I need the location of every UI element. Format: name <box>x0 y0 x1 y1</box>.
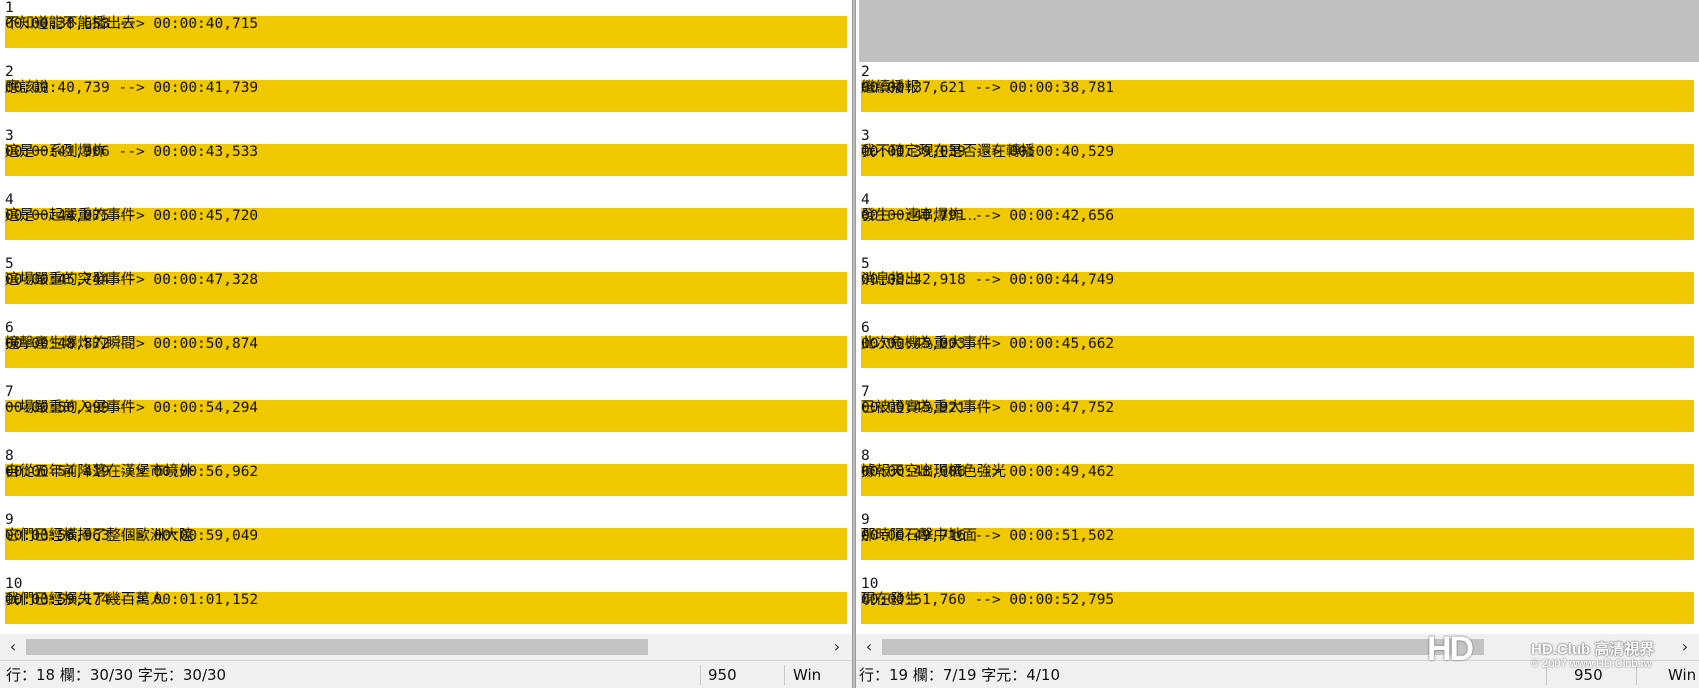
chevron-right-icon[interactable]: › <box>826 636 848 658</box>
entry-index[interactable]: 10 <box>5 576 22 592</box>
entry-index[interactable]: 6 <box>5 320 14 336</box>
entry-text[interactable]: 一場嚴重的入侵事件 <box>5 400 136 416</box>
entry-index[interactable]: 8 <box>5 448 14 464</box>
right-scroll-thumb[interactable] <box>882 639 1484 655</box>
entry-text[interactable]: 它們已經橫掃了整個歐洲大陸 <box>5 528 194 544</box>
entry-text[interactable]: 此次危機為重大事件 <box>861 336 992 352</box>
entry-text[interactable]: 不知道能不能播出去 <box>5 16 136 32</box>
entry-index[interactable]: 7 <box>861 384 870 400</box>
entry-text[interactable]: 撞擊產生爆炸的瞬間 <box>5 336 136 352</box>
right-text-area[interactable]: 2 00:00:37,621 --> 00:00:38,781 繼續播報 3 00:00… <box>856 0 1699 634</box>
right-cursor-position: 行：19 欄：7/19 字元：4/10 <box>859 666 1060 684</box>
entry-index[interactable]: 9 <box>5 512 14 528</box>
entry-text[interactable]: 那時隕石擊中地面 <box>861 528 977 544</box>
status-divider <box>784 665 785 685</box>
left-subtitle-pane: 1 00:00:38,653 --> 00:00:40,715 不知道能不能播出去 2… <box>0 0 852 688</box>
entry-text[interactable]: 消息指出 <box>861 272 919 288</box>
left-horizontal-scrollbar[interactable]: ‹ › <box>0 634 852 660</box>
entry-index[interactable]: 3 <box>5 128 14 144</box>
left-scroll-thumb[interactable] <box>26 639 648 655</box>
missing-entry-block <box>859 0 1699 62</box>
entry-index[interactable]: 10 <box>861 576 878 592</box>
chevron-left-icon[interactable]: ‹ <box>858 636 880 658</box>
left-status-bar: 行：18 欄：30/30 字元：30/30 950 Win <box>0 660 852 688</box>
left-cursor-position: 行：18 欄：30/30 字元：30/30 <box>6 666 227 684</box>
entry-text[interactable]: 繼續播報 <box>861 80 919 96</box>
left-codepage: 950 <box>708 666 737 684</box>
chevron-left-icon[interactable]: ‹ <box>2 636 24 658</box>
hdclub-logo: HD <box>1427 630 1474 668</box>
watermark-name: HD.Club 高清視界 <box>1531 641 1655 658</box>
entry-text[interactable]: 我不確定現在是否還在轉播 <box>861 144 1035 160</box>
entry-text[interactable]: 發生一連串爆炸… <box>861 208 977 224</box>
entry-text[interactable]: 已被證實為重大事件 <box>861 400 992 416</box>
entry-index[interactable]: 1 <box>5 0 14 16</box>
left-text-area[interactable]: 1 00:00:38,653 --> 00:00:40,715 不知道能不能播出去 2… <box>0 0 852 634</box>
watermark-copyright: © 2007 www.HD.Club.tw <box>1531 658 1652 670</box>
entry-index[interactable]: 6 <box>861 320 870 336</box>
status-divider <box>700 665 701 685</box>
entry-index[interactable]: 7 <box>5 384 14 400</box>
entry-index[interactable]: 2 <box>5 64 14 80</box>
subtitle-compare-window: 1 00:00:38,653 --> 00:00:40,715 不知道能不能播出去 2… <box>0 0 1699 688</box>
entry-index[interactable]: 4 <box>5 192 14 208</box>
entry-text[interactable]: 這場嚴重的突發事件 <box>5 272 136 288</box>
entry-index[interactable]: 4 <box>861 192 870 208</box>
entry-index[interactable]: 3 <box>861 128 870 144</box>
entry-index[interactable]: 5 <box>5 256 14 272</box>
entry-text[interactable]: 現在發生 <box>861 592 919 608</box>
hdclub-watermark: HD HD.Club 高清視界 © 2007 www.HD.Club.tw <box>1419 626 1699 688</box>
entry-text[interactable]: 自從五年前降落在漢堡市境外 <box>5 464 194 480</box>
entry-text[interactable]: 應該說 <box>5 80 49 96</box>
entry-text[interactable]: 我們已經損失了幾百萬人 <box>5 592 165 608</box>
entry-text[interactable]: 這是一系列爆炸 <box>5 144 107 160</box>
entry-index[interactable]: 5 <box>861 256 870 272</box>
entry-text[interactable]: 這是一起嚴重的事件 <box>5 208 136 224</box>
right-subtitle-pane: 2 00:00:37,621 --> 00:00:38,781 繼續播報 3 00:00… <box>856 0 1699 688</box>
entry-index[interactable]: 9 <box>861 512 870 528</box>
entry-index[interactable]: 8 <box>861 448 870 464</box>
entry-index[interactable]: 2 <box>861 64 870 80</box>
entry-text[interactable]: 據報天空出現橘色強光 <box>861 464 1006 480</box>
left-eol: Win <box>793 666 822 684</box>
